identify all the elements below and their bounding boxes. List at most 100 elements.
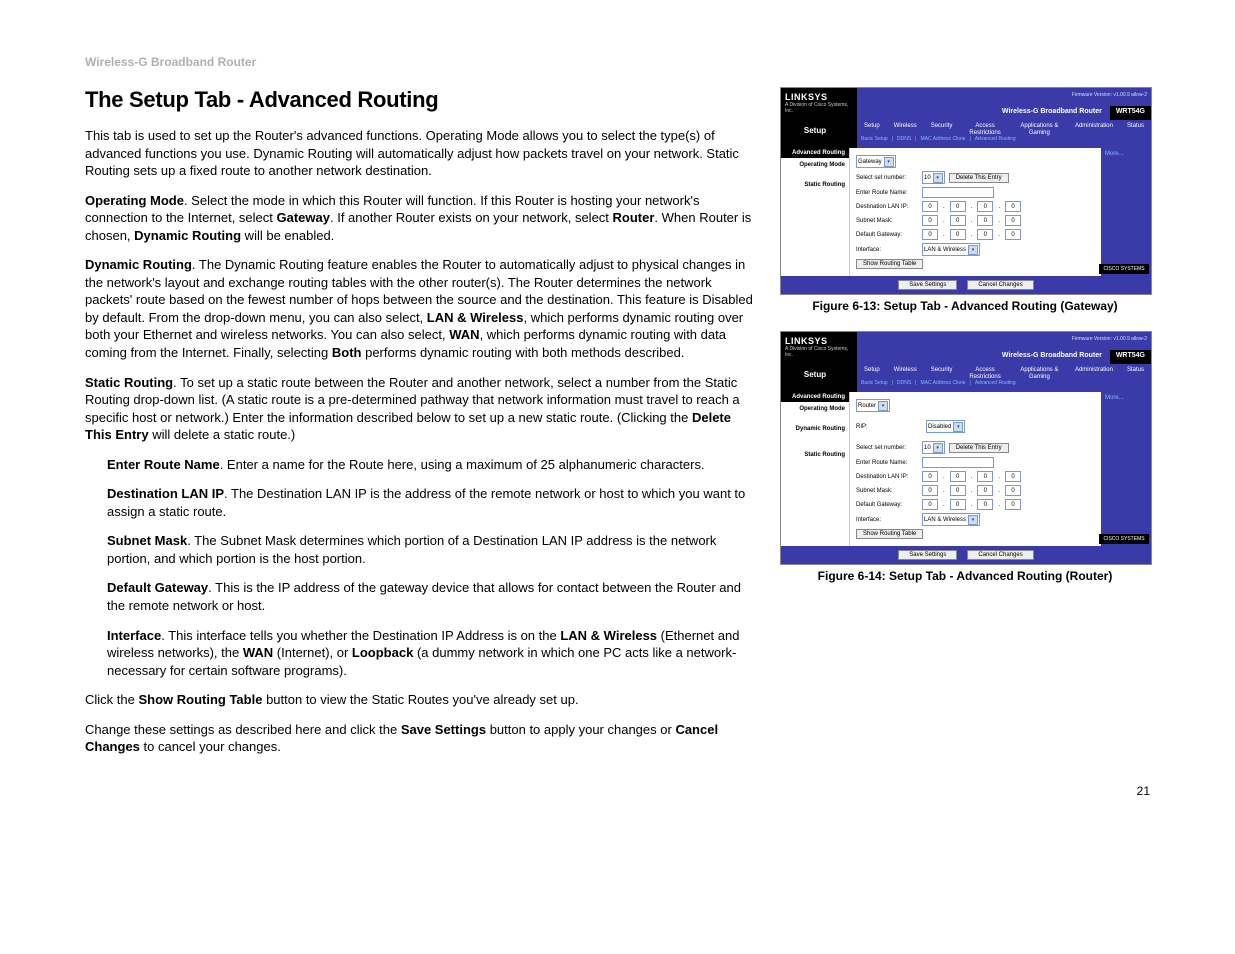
- chevron-down-icon: ▾: [933, 443, 943, 453]
- show-routing-table-button[interactable]: Show Routing Table: [856, 259, 923, 269]
- route-name-label: Enter Route Name:: [856, 190, 918, 196]
- chevron-down-icon: ▾: [878, 401, 888, 411]
- ip-octet-input[interactable]: 0: [922, 485, 938, 496]
- save-changes-paragraph: Change these settings as described here …: [85, 721, 755, 756]
- tab-apps[interactable]: Applications & Gaming: [1011, 120, 1068, 139]
- dest-ip-label: Destination LAN IP:: [856, 204, 918, 210]
- ip-octet-input[interactable]: 0: [922, 499, 938, 510]
- side-header: Advanced Routing: [781, 392, 849, 402]
- delete-entry-button[interactable]: Delete This Entry: [949, 173, 1009, 183]
- subtab-mac[interactable]: MAC Address Clone: [920, 136, 965, 142]
- logo: LINKSYS: [785, 336, 853, 346]
- operating-mode-select[interactable]: Gateway▾: [856, 155, 896, 168]
- interface-select[interactable]: LAN & Wireless▾: [922, 513, 980, 526]
- ip-octet-input[interactable]: 0: [922, 201, 938, 212]
- figure-gateway: LINKSYS A Division of Cisco Systems, Inc…: [780, 87, 1150, 313]
- cancel-changes-button[interactable]: Cancel Changes: [967, 550, 1033, 560]
- chevron-down-icon: ▾: [933, 173, 943, 183]
- side-operating-mode: Operating Mode: [781, 402, 849, 416]
- page-number: 21: [1137, 784, 1150, 798]
- set-number-select[interactable]: 10▾: [922, 441, 945, 454]
- ip-octet-input[interactable]: 0: [1005, 215, 1021, 226]
- rip-label: RIP:: [856, 424, 886, 430]
- model-code: WRT54G: [1110, 350, 1151, 364]
- dest-ip-label: Destination LAN IP:: [856, 474, 918, 480]
- subtab-mac[interactable]: MAC Address Clone: [920, 380, 965, 386]
- ip-octet-input[interactable]: 0: [950, 499, 966, 510]
- side-header: Advanced Routing: [781, 148, 849, 158]
- sub-tabs: Basic Setup | DDNS | MAC Address Clone |…: [857, 136, 1016, 142]
- more-link[interactable]: More...: [1101, 392, 1151, 404]
- ip-octet-input[interactable]: 0: [950, 215, 966, 226]
- logo-subtitle: A Division of Cisco Systems, Inc.: [785, 102, 853, 114]
- tab-status[interactable]: Status: [1120, 120, 1151, 139]
- intro-paragraph: This tab is used to set up the Router's …: [85, 127, 755, 180]
- ip-octet-input[interactable]: 0: [922, 215, 938, 226]
- chevron-down-icon: ▾: [953, 422, 963, 432]
- ip-octet-input[interactable]: 0: [950, 201, 966, 212]
- ip-octet-input[interactable]: 0: [922, 471, 938, 482]
- ip-octet-input[interactable]: 0: [950, 485, 966, 496]
- subtab-basic[interactable]: Basic Setup: [861, 380, 888, 386]
- ip-octet-input[interactable]: 0: [977, 499, 993, 510]
- ip-octet-input[interactable]: 0: [977, 201, 993, 212]
- setup-label: Setup: [781, 126, 849, 135]
- operating-mode-select[interactable]: Router▾: [856, 399, 890, 412]
- tab-apps[interactable]: Applications & Gaming: [1011, 364, 1068, 383]
- router-ui-gateway: LINKSYS A Division of Cisco Systems, Inc…: [780, 87, 1152, 295]
- default-gateway-item: Default Gateway. This is the IP address …: [107, 579, 755, 614]
- ip-octet-input[interactable]: 0: [1005, 229, 1021, 240]
- static-routing-paragraph: Static Routing. To set up a static route…: [85, 374, 755, 444]
- cancel-changes-button[interactable]: Cancel Changes: [967, 280, 1033, 290]
- interface-label: Interface:: [856, 247, 918, 253]
- figure-caption-2: Figure 6-14: Setup Tab - Advanced Routin…: [780, 569, 1150, 583]
- save-settings-button[interactable]: Save Settings: [898, 280, 957, 290]
- document-header: Wireless-G Broadband Router: [85, 55, 1150, 69]
- ip-octet-input[interactable]: 0: [977, 215, 993, 226]
- ip-octet-input[interactable]: 0: [977, 471, 993, 482]
- subtab-basic[interactable]: Basic Setup: [861, 136, 888, 142]
- figure-router: LINKSYS A Division of Cisco Systems, Inc…: [780, 331, 1150, 583]
- route-name-input[interactable]: [922, 457, 994, 468]
- ip-octet-input[interactable]: 0: [1005, 201, 1021, 212]
- chevron-down-icon: ▾: [884, 157, 894, 167]
- ip-octet-input[interactable]: 0: [922, 229, 938, 240]
- more-link[interactable]: More...: [1101, 148, 1151, 160]
- operating-mode-paragraph: Operating Mode. Select the mode in which…: [85, 192, 755, 245]
- rip-select[interactable]: Disabled▾: [926, 420, 965, 433]
- tab-admin[interactable]: Administration: [1068, 364, 1120, 383]
- set-number-select[interactable]: 10▾: [922, 171, 945, 184]
- subtab-advanced[interactable]: Advanced Routing: [975, 136, 1016, 142]
- save-settings-button[interactable]: Save Settings: [898, 550, 957, 560]
- model-name: Wireless-G Broadband Router: [994, 106, 1110, 120]
- tab-admin[interactable]: Administration: [1068, 120, 1120, 139]
- delete-entry-button[interactable]: Delete This Entry: [949, 443, 1009, 453]
- cisco-logo: CISCO SYSTEMS: [1099, 534, 1149, 544]
- chevron-down-icon: ▾: [968, 245, 978, 255]
- ip-octet-input[interactable]: 0: [950, 471, 966, 482]
- subtab-ddns[interactable]: DDNS: [897, 380, 911, 386]
- subtab-advanced[interactable]: Advanced Routing: [975, 380, 1016, 386]
- tab-status[interactable]: Status: [1120, 364, 1151, 383]
- ip-octet-input[interactable]: 0: [950, 229, 966, 240]
- ip-octet-input[interactable]: 0: [1005, 499, 1021, 510]
- logo: LINKSYS: [785, 92, 853, 102]
- side-static-routing: Static Routing: [781, 448, 849, 462]
- figures-column: LINKSYS A Division of Cisco Systems, Inc…: [780, 87, 1150, 768]
- ip-octet-input[interactable]: 0: [1005, 471, 1021, 482]
- route-name-input[interactable]: [922, 187, 994, 198]
- show-routing-table-button[interactable]: Show Routing Table: [856, 529, 923, 539]
- ip-octet-input[interactable]: 0: [977, 229, 993, 240]
- ip-octet-input[interactable]: 0: [1005, 485, 1021, 496]
- model-code: WRT54G: [1110, 106, 1151, 120]
- dynamic-routing-paragraph: Dynamic Routing. The Dynamic Routing fea…: [85, 256, 755, 361]
- model-name: Wireless-G Broadband Router: [994, 350, 1110, 364]
- ip-octet-input[interactable]: 0: [977, 485, 993, 496]
- side-operating-mode: Operating Mode: [781, 158, 849, 172]
- interface-item: Interface. This interface tells you whet…: [107, 627, 755, 680]
- subtab-ddns[interactable]: DDNS: [897, 136, 911, 142]
- show-routing-paragraph: Click the Show Routing Table button to v…: [85, 691, 755, 709]
- sub-tabs: Basic Setup | DDNS | MAC Address Clone |…: [857, 380, 1016, 386]
- chevron-down-icon: ▾: [968, 515, 978, 525]
- interface-select[interactable]: LAN & Wireless▾: [922, 243, 980, 256]
